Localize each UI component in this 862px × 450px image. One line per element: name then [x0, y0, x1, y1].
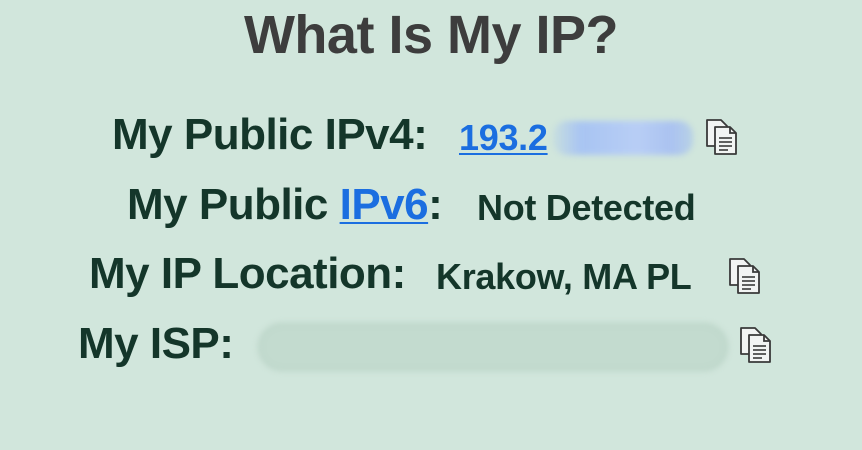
copy-icon: [706, 119, 737, 155]
copy-isp-button[interactable]: [738, 324, 772, 364]
ipv6-value: Not Detected: [477, 187, 696, 228]
copy-ipv4-button[interactable]: [704, 116, 738, 156]
ipv6-label-suffix: :: [428, 180, 443, 229]
ipv4-value-link[interactable]: 193.2: [459, 117, 548, 159]
copy-icon: [729, 258, 760, 294]
page-title: What Is My IP?: [243, 5, 619, 65]
isp-redacted: [258, 323, 728, 371]
ipv6-label-prefix: My Public: [127, 180, 340, 229]
ipv4-redacted: [553, 121, 693, 155]
location-label: My IP Location:: [89, 249, 406, 298]
location-value: Krakow, MA PL: [436, 256, 692, 297]
copy-location-button[interactable]: [727, 255, 761, 295]
copy-icon: [740, 327, 771, 363]
ipv6-info-link[interactable]: IPv6: [340, 180, 429, 229]
ipv6-label: My Public IPv6:: [127, 180, 443, 230]
ipv4-label: My Public IPv4:: [112, 110, 428, 159]
isp-label: My ISP:: [78, 319, 234, 368]
